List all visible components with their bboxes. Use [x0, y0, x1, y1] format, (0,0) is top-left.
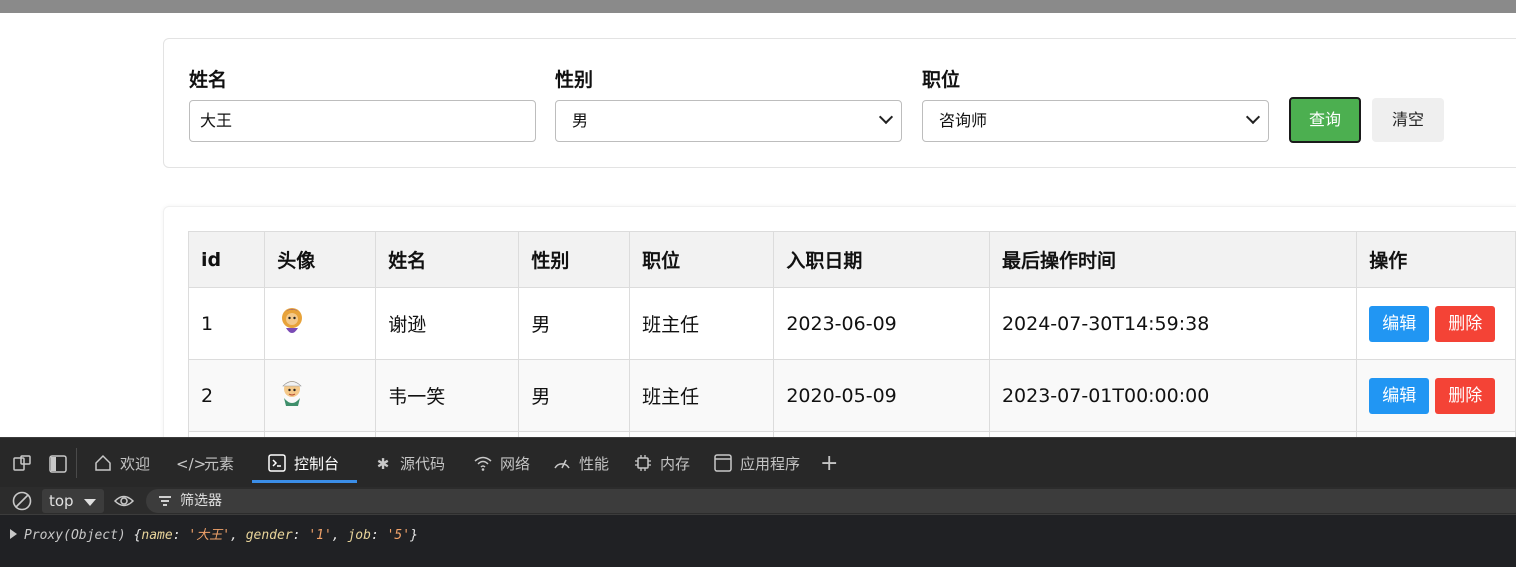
gender-select-value: 男 [572, 111, 589, 130]
gender-label: 性别 [555, 69, 594, 91]
gender-select[interactable]: 男 [555, 100, 902, 142]
gauge-icon [554, 459, 570, 469]
wifi-icon [474, 456, 492, 471]
home-icon [95, 454, 111, 471]
cell-actions: 编辑 删除 [1356, 359, 1516, 432]
add-tab-icon[interactable]: + [820, 452, 838, 476]
name-input[interactable]: 大王 [189, 100, 536, 142]
clear-console-icon[interactable] [11, 490, 33, 512]
dock-side-icon[interactable] [48, 454, 68, 474]
header-id: id [187, 231, 266, 288]
table-row: 2 韦一笑 男 班主任 2020-05-09 2023-07-01T00:00:… [187, 359, 1516, 432]
filter-icon [159, 496, 171, 506]
header-update-time: 最后操作时间 [988, 231, 1358, 288]
cell-update-time: 2024-07-30T14:59:38 [988, 287, 1358, 360]
devtools-tab-bar: 欢迎 </>元素 控制台 ✱ 源代码 网络 性能 内存 应用程序 + [0, 437, 1516, 487]
devtools-panel: 欢迎 </>元素 控制台 ✱ 源代码 网络 性能 内存 应用程序 + top 筛… [0, 437, 1516, 567]
name-label: 姓名 [189, 69, 228, 91]
console-log-entry[interactable]: Proxy(Object) {name: '大王', gender: '1', … [0, 525, 418, 547]
caret-down-icon [84, 499, 96, 506]
job-field: 职位 咨询师 [922, 67, 1269, 142]
expand-triangle-icon[interactable] [10, 529, 17, 539]
tab-memory[interactable]: 内存 [632, 452, 690, 476]
cell-id: 1 [187, 287, 266, 360]
application-icon [714, 454, 732, 472]
search-form: 姓名 大王 性别 男 职位 咨询师 查询 清空 [163, 38, 1516, 168]
cell-entry-date: 2023-06-09 [773, 287, 990, 360]
avatar-icon [282, 381, 303, 406]
cell-avatar [264, 287, 377, 360]
devtools-separator [76, 448, 77, 478]
tab-welcome[interactable]: 欢迎 [92, 452, 150, 476]
avatar-icon [282, 308, 303, 333]
context-selector[interactable]: top [42, 489, 104, 513]
header-avatar: 头像 [264, 231, 377, 288]
tab-application[interactable]: 应用程序 [712, 452, 800, 476]
header-gender: 性别 [518, 231, 631, 288]
cell-id: 2 [187, 359, 266, 432]
tab-performance[interactable]: 性能 [551, 452, 609, 476]
gender-field: 性别 男 [555, 67, 902, 142]
header-actions: 操作 [1356, 231, 1516, 288]
job-label: 职位 [922, 69, 961, 91]
header-name: 姓名 [375, 231, 520, 288]
cell-gender: 男 [518, 287, 631, 360]
tab-network[interactable]: 网络 [472, 452, 530, 476]
table-header-row: id 头像 姓名 性别 职位 入职日期 最后操作时间 操作 [187, 231, 1516, 288]
chip-icon [635, 455, 651, 471]
name-field: 姓名 大王 [189, 67, 536, 142]
clear-button[interactable]: 清空 [1372, 98, 1444, 142]
bug-icon: ✱ [376, 455, 390, 473]
delete-button[interactable]: 删除 [1435, 377, 1496, 414]
device-toolbar-icon[interactable] [12, 454, 32, 474]
cell-gender: 男 [518, 359, 631, 432]
chevron-down-icon [1245, 109, 1261, 125]
cell-entry-date: 2020-05-09 [773, 359, 990, 432]
cell-job: 班主任 [629, 359, 775, 432]
code-icon: </> [176, 455, 207, 473]
cell-name: 韦一笑 [375, 359, 520, 432]
tab-sources[interactable]: ✱ 源代码 [372, 452, 445, 476]
filter-input[interactable]: 筛选器 [146, 489, 1516, 513]
edit-button[interactable]: 编辑 [1369, 305, 1430, 342]
console-toolbar: top 筛选器 [0, 487, 1516, 515]
table-row: 1 谢逊 男 班主任 2023-06-09 2024-07-30T14:59:3… [187, 287, 1516, 360]
cell-actions: 编辑 删除 [1356, 287, 1516, 360]
cell-update-time: 2023-07-01T00:00:00 [988, 359, 1358, 432]
eye-icon[interactable] [113, 492, 135, 510]
tab-elements[interactable]: </>元素 [176, 452, 234, 476]
console-icon [268, 454, 286, 472]
chevron-down-icon [878, 109, 894, 125]
job-select[interactable]: 咨询师 [922, 100, 1269, 142]
header-entry-date: 入职日期 [773, 231, 990, 288]
tab-console[interactable]: 控制台 [266, 452, 339, 476]
query-button[interactable]: 查询 [1289, 97, 1361, 143]
cell-avatar [264, 359, 377, 432]
delete-button[interactable]: 删除 [1435, 305, 1496, 342]
header-job: 职位 [629, 231, 775, 288]
cell-job: 班主任 [629, 287, 775, 360]
active-tab-indicator [252, 480, 357, 483]
edit-button[interactable]: 编辑 [1369, 377, 1430, 414]
cell-name: 谢逊 [375, 287, 520, 360]
browser-top-strip [0, 0, 1516, 13]
job-select-value: 咨询师 [939, 111, 988, 130]
